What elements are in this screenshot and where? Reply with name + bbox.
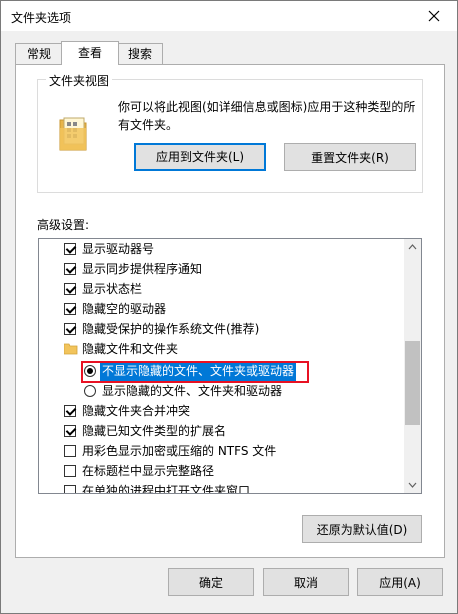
cancel-button[interactable]: 取消: [263, 568, 349, 596]
chevron-up-icon: [408, 244, 417, 250]
item-label: 在单独的进程中打开文件夹窗口: [82, 484, 251, 494]
item-label: 隐藏受保护的操作系统文件(推荐): [82, 322, 260, 336]
checkbox[interactable]: [64, 425, 76, 437]
restore-defaults-button[interactable]: 还原为默认值(D): [302, 515, 422, 543]
checkbox[interactable]: [64, 243, 76, 255]
item-label: 显示驱动器号: [82, 242, 155, 256]
ok-button[interactable]: 确定: [168, 568, 254, 596]
item-label: 显示隐藏的文件、文件夹和驱动器: [102, 384, 283, 398]
tab-search[interactable]: 搜索: [117, 43, 163, 64]
close-icon: [428, 10, 440, 22]
close-button[interactable]: [411, 1, 457, 31]
vertical-scrollbar[interactable]: [404, 239, 421, 493]
item-label: 隐藏已知文件类型的扩展名: [82, 424, 227, 438]
folder-views-label: 文件夹视图: [46, 72, 113, 89]
radio-button[interactable]: [84, 385, 96, 397]
folder-views-description: 你可以将此视图(如详细信息或图标)应用于这种类型的所有文件夹。: [118, 100, 416, 132]
advanced-settings-list[interactable]: 显示驱动器号 显示同步提供程序通知 显示状态栏 隐藏空的驱动器 隐藏受保护的操作…: [38, 238, 422, 494]
checkbox[interactable]: [64, 485, 76, 493]
checkbox[interactable]: [64, 323, 76, 335]
item-label: 用彩色显示加密或压缩的 NTFS 文件: [82, 444, 277, 458]
title-bar: 文件夹选项: [1, 1, 457, 31]
advanced-settings-label: 高级设置:: [37, 218, 90, 232]
checkbox[interactable]: [64, 263, 76, 275]
item-label: 在标题栏中显示完整路径: [82, 464, 215, 478]
chevron-down-icon: [408, 482, 417, 488]
checkbox[interactable]: [64, 303, 76, 315]
tab-general[interactable]: 常规: [15, 43, 63, 64]
apply-to-folders-button[interactable]: 应用到文件夹(L): [134, 143, 266, 171]
checkbox[interactable]: [64, 445, 76, 457]
folder-options-dialog: 文件夹选项 常规 查看 搜索 文件夹视图 你可以将此视图(如详细信息或图标)应用…: [0, 0, 458, 614]
checkbox[interactable]: [64, 405, 76, 417]
item-label: 隐藏空的驱动器: [82, 302, 167, 316]
reset-folders-button[interactable]: 重置文件夹(R): [284, 143, 416, 171]
folder-views-group: 文件夹视图 你可以将此视图(如详细信息或图标)应用于这种类型的所有文件夹。 应用…: [37, 72, 423, 193]
item-label: 隐藏文件和文件夹: [82, 342, 179, 356]
view-tab-panel: 文件夹视图 你可以将此视图(如详细信息或图标)应用于这种类型的所有文件夹。 应用…: [15, 64, 445, 558]
item-label: 显示同步提供程序通知: [82, 262, 203, 276]
checkbox[interactable]: [64, 465, 76, 477]
scroll-up-button[interactable]: [404, 239, 421, 256]
folder-icon: [64, 343, 78, 355]
window-title: 文件夹选项: [11, 11, 72, 25]
folder-view-icon: [59, 117, 87, 151]
scroll-down-button[interactable]: [404, 476, 421, 493]
scrollbar-thumb[interactable]: [405, 341, 420, 425]
tab-view[interactable]: 查看: [61, 41, 119, 65]
apply-button[interactable]: 应用(A): [357, 568, 443, 596]
checkbox[interactable]: [64, 283, 76, 295]
red-highlight-box: [81, 361, 309, 383]
item-label: 隐藏文件夹合并冲突: [82, 404, 191, 418]
item-label: 显示状态栏: [82, 282, 143, 296]
